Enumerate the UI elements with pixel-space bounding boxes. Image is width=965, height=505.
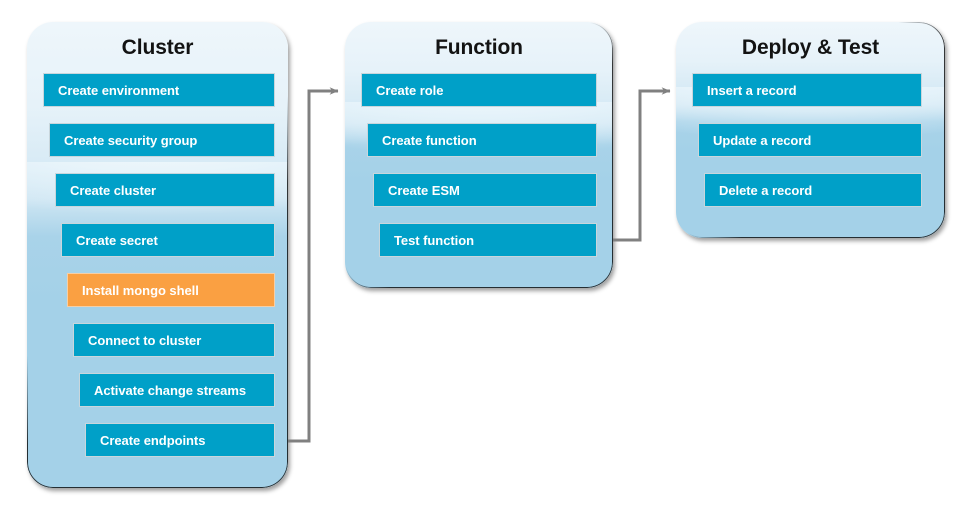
step-box[interactable]: Create endpoints xyxy=(85,423,275,457)
step-box[interactable]: Create cluster xyxy=(55,173,275,207)
step-box[interactable]: Install mongo shell xyxy=(67,273,275,307)
step-box-label: Create ESM xyxy=(388,182,460,198)
panel-function-title: Function xyxy=(435,36,523,59)
step-box[interactable]: Create ESM xyxy=(373,173,597,207)
step-box-label: Test function xyxy=(394,232,474,248)
step-box-label: Insert a record xyxy=(707,82,797,98)
step-box-label: Install mongo shell xyxy=(82,282,199,298)
step-box[interactable]: Create role xyxy=(361,73,597,107)
step-box[interactable]: Delete a record xyxy=(704,173,922,207)
step-box[interactable]: Create environment xyxy=(43,73,275,107)
step-box[interactable]: Create function xyxy=(367,123,597,157)
step-box[interactable]: Test function xyxy=(379,223,597,257)
step-box-label: Connect to cluster xyxy=(88,332,202,348)
step-box-label: Create function xyxy=(382,132,477,148)
step-box-label: Create role xyxy=(376,82,444,98)
step-box-label: Create security group xyxy=(64,132,198,148)
step-box[interactable]: Connect to cluster xyxy=(73,323,275,357)
step-box-label: Activate change streams xyxy=(94,382,247,398)
panel-deploy-test-title: Deploy & Test xyxy=(741,36,880,59)
step-box[interactable]: Update a record xyxy=(698,123,922,157)
step-box-label: Create cluster xyxy=(70,182,157,198)
step-box-label: Create secret xyxy=(76,232,158,248)
diagram-canvas: Cluster Function Deploy & Test Create en… xyxy=(0,0,965,505)
step-box-label: Create endpoints xyxy=(100,432,206,448)
step-box-label: Delete a record xyxy=(719,182,813,198)
step-box[interactable]: Activate change streams xyxy=(79,373,275,407)
connector-arrow xyxy=(288,87,339,443)
panel-cluster-title: Cluster xyxy=(121,36,194,59)
step-box[interactable]: Insert a record xyxy=(692,73,922,107)
step-box[interactable]: Create security group xyxy=(49,123,275,157)
step-box[interactable]: Create secret xyxy=(61,223,275,257)
connector-arrow xyxy=(613,87,671,242)
step-box-label: Create environment xyxy=(58,82,180,98)
step-box-label: Update a record xyxy=(713,132,812,148)
